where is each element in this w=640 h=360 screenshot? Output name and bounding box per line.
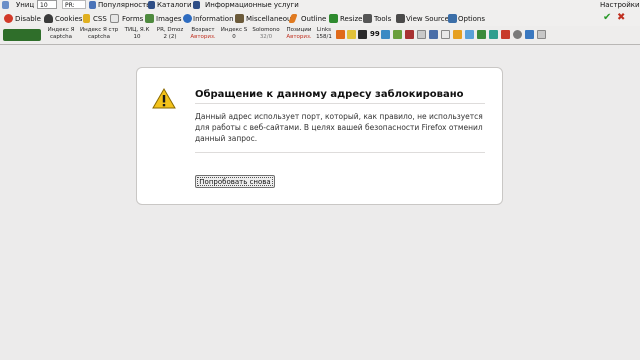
badge-count: 99 xyxy=(370,30,380,38)
seo-tool-icon[interactable] xyxy=(525,30,534,39)
seo-tool-icon[interactable] xyxy=(381,30,390,39)
forms-menu[interactable]: Forms xyxy=(122,15,143,24)
error-description: Данный адрес использует порт, который, к… xyxy=(195,112,483,143)
retry-button[interactable]: Попробовать снова xyxy=(195,175,275,188)
seo-tool-icon[interactable] xyxy=(441,30,450,39)
tools-icon xyxy=(363,14,372,23)
view-source-icon xyxy=(396,14,405,23)
miscellaneous-icon xyxy=(235,14,244,23)
outline-menu[interactable]: Outline xyxy=(301,15,326,24)
info-services-menu[interactable]: Информационные услуги xyxy=(205,1,299,10)
partial-label: Униц xyxy=(16,1,35,9)
resize-icon xyxy=(329,14,338,23)
seo-tool-icon[interactable] xyxy=(501,30,510,39)
seo-tool-icon[interactable] xyxy=(358,30,367,39)
error-title: Обращение к данному адресу заблокировано xyxy=(195,89,464,100)
services-icon xyxy=(193,1,200,9)
gear-icon[interactable] xyxy=(513,30,522,39)
popularity-icon xyxy=(89,1,96,9)
catalogs-menu[interactable]: Каталоги xyxy=(157,1,192,10)
options-icon xyxy=(448,14,457,23)
resize-menu[interactable]: Resize xyxy=(340,15,362,24)
warning-triangle-icon xyxy=(152,88,176,109)
view-source-menu[interactable]: View Source xyxy=(406,15,449,24)
options-menu[interactable]: Options xyxy=(458,15,485,24)
seo-tool-icon[interactable] xyxy=(489,30,498,39)
seo-tool-icon[interactable] xyxy=(477,30,486,39)
web-developer-toolbar: Disable Cookies CSS Forms Images Informa… xyxy=(0,12,640,27)
cube-icon xyxy=(2,1,9,9)
metric-solomono[interactable]: Solomono 32/0 xyxy=(251,27,281,41)
css-icon xyxy=(83,14,90,23)
forms-icon xyxy=(110,14,119,23)
metric-index-ya-pages[interactable]: Индекс Я стр captcha xyxy=(80,27,118,41)
miscellaneous-menu[interactable]: Miscellaneous xyxy=(246,15,295,24)
catalog-icon xyxy=(148,1,155,9)
cookies-menu[interactable]: Cookies xyxy=(55,15,82,24)
css-menu[interactable]: CSS xyxy=(93,15,107,24)
seo-tool-icon[interactable] xyxy=(465,30,474,39)
seo-tool-icon[interactable] xyxy=(347,30,356,39)
metric-links[interactable]: Links 158/1 xyxy=(314,27,334,41)
metric-pr-dmoz[interactable]: PR, Dmoz 2 (2) xyxy=(154,27,186,41)
divider xyxy=(195,152,485,153)
warning-icon[interactable]: ✖ xyxy=(617,12,625,23)
metric-index-ya[interactable]: Индекс Яcaptcha xyxy=(45,27,77,41)
seo-tool-icon[interactable] xyxy=(417,30,426,39)
seo-tool-icon[interactable] xyxy=(429,30,438,39)
rds-logo-icon[interactable] xyxy=(3,29,41,41)
disable-menu[interactable]: Disable xyxy=(15,15,41,24)
pr-field[interactable]: PR: xyxy=(62,0,86,9)
metric-positions[interactable]: Позиции Авториз. xyxy=(284,27,314,41)
tools-menu[interactable]: Tools xyxy=(374,15,391,24)
metric-age[interactable]: Возраст Авториз. xyxy=(188,27,218,41)
disable-icon xyxy=(4,14,13,23)
cookies-icon xyxy=(44,14,53,23)
retry-button-label: Попробовать снова xyxy=(197,177,273,186)
settings-menu[interactable]: Настройки xyxy=(600,1,640,10)
seo-tool-icon[interactable] xyxy=(336,30,345,39)
error-dialog: Обращение к данному адресу заблокировано… xyxy=(136,67,503,205)
metric-index-s[interactable]: Индекс S0 xyxy=(220,27,248,41)
partial-value-field[interactable]: 10 xyxy=(37,0,57,9)
images-menu[interactable]: Images xyxy=(156,15,182,24)
information-icon xyxy=(183,14,192,23)
seo-tool-icon[interactable] xyxy=(393,30,402,39)
images-icon xyxy=(145,14,154,23)
page-content: Обращение к данному адресу заблокировано… xyxy=(0,45,640,360)
information-menu[interactable]: Information xyxy=(193,15,234,24)
popularity-menu[interactable]: Популярность xyxy=(98,1,150,10)
seo-tool-icon[interactable] xyxy=(405,30,414,39)
divider xyxy=(195,103,485,104)
metric-tic[interactable]: ТИЦ, Я.К 10 xyxy=(122,27,152,41)
check-icon[interactable]: ✔ xyxy=(603,12,611,23)
seo-metrics-bar: Индекс Яcaptcha Индекс Я стр captcha ТИЦ,… xyxy=(0,26,640,45)
seo-tool-icon[interactable] xyxy=(537,30,546,39)
rss-icon[interactable] xyxy=(453,30,462,39)
